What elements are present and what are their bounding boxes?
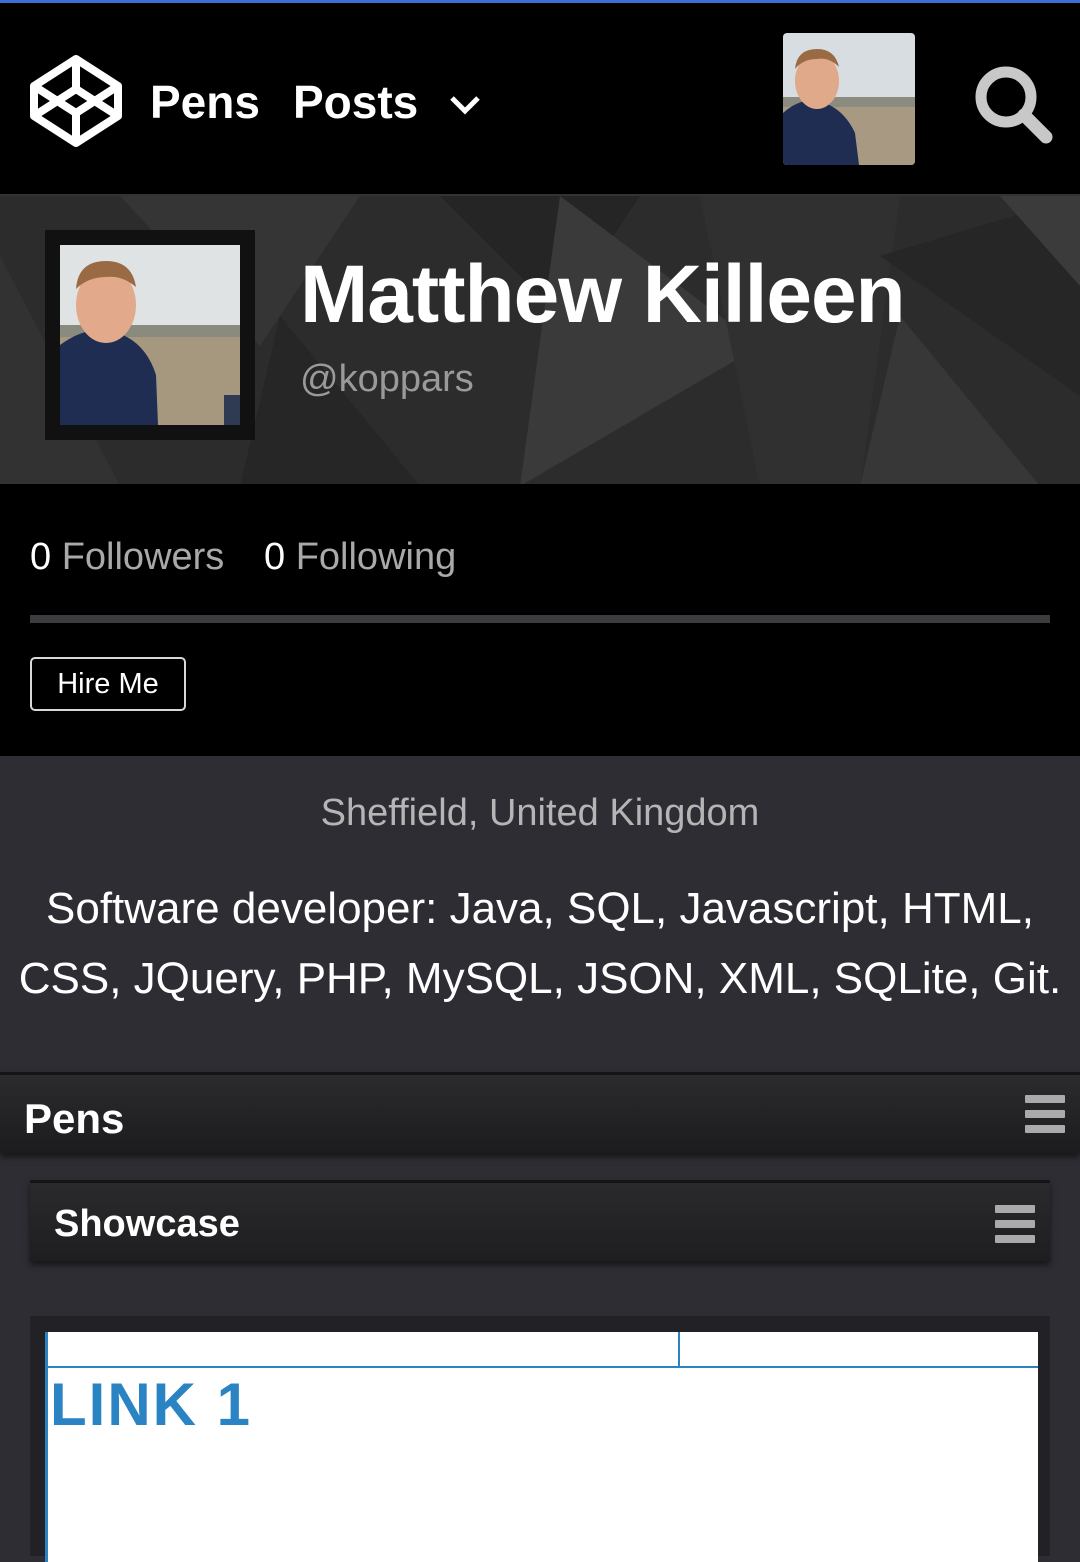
codepen-logo-icon[interactable] — [28, 53, 124, 149]
user-avatar[interactable] — [783, 33, 915, 165]
following-link[interactable]: 0 Following — [264, 536, 456, 579]
bio-line: Software developer: Java, SQL, Javascrip… — [46, 884, 1034, 933]
hire-me-button[interactable]: Hire Me — [30, 657, 186, 711]
profile-location: Sheffield, United Kingdom — [320, 792, 760, 834]
bio-line: CSS, JQuery, PHP, MySQL, JSON, XML, SQLi… — [18, 954, 1062, 1003]
profile-stats: 0 Followers 0 Following Hire Me — [0, 484, 1080, 756]
stats-divider — [30, 615, 1050, 623]
followers-link[interactable]: 0 Followers — [30, 536, 224, 579]
search-icon[interactable] — [972, 63, 1054, 145]
showcase-header: Showcase — [30, 1180, 1050, 1261]
profile-handle: @koppars — [300, 358, 474, 400]
preview-tab-separator — [678, 1332, 680, 1366]
profile-avatar — [45, 230, 255, 440]
chevron-down-icon[interactable] — [448, 93, 482, 117]
followers-count: 0 — [30, 536, 52, 578]
nav-posts-link[interactable]: Posts — [293, 75, 418, 129]
profile-bio: Software developer: Java, SQL, Javascrip… — [0, 874, 1080, 1014]
followers-label: Followers — [61, 536, 225, 578]
following-label: Following — [295, 536, 457, 578]
profile-name: Matthew Killeen — [300, 249, 906, 340]
pen-preview-card[interactable]: LINK 1 — [30, 1316, 1050, 1562]
showcase-title: Showcase — [54, 1203, 240, 1245]
preview-tab-line — [48, 1366, 1038, 1368]
nav-pens-link[interactable]: Pens — [150, 75, 260, 129]
following-count: 0 — [264, 536, 286, 578]
hamburger-menu-icon[interactable] — [995, 1205, 1035, 1243]
pen-preview[interactable]: LINK 1 — [45, 1332, 1038, 1562]
top-navbar: Pens Posts — [0, 3, 1080, 194]
preview-link-text: LINK 1 — [50, 1371, 253, 1438]
hamburger-menu-icon[interactable] — [1025, 1095, 1065, 1133]
profile-banner: Matthew Killeen @koppars — [0, 194, 1080, 486]
pens-section-title: Pens — [24, 1095, 125, 1142]
pens-section-header: Pens — [0, 1072, 1080, 1153]
